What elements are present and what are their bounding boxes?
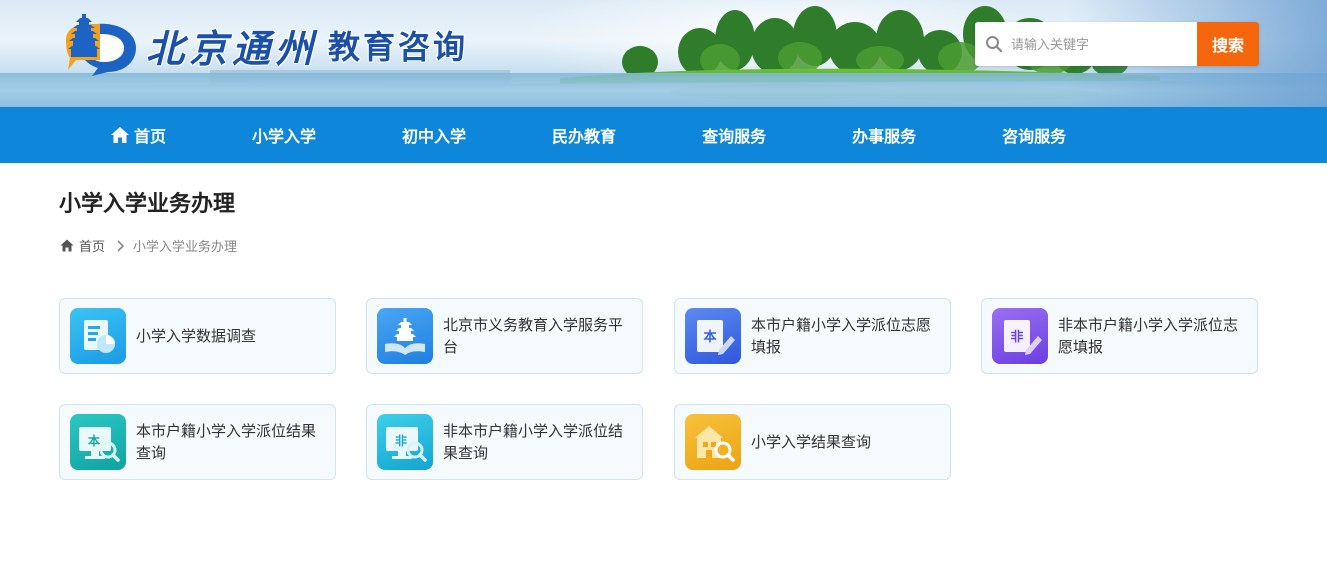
card-compulsory-education-platform[interactable]: 北京市义务教育入学服务平台 — [366, 298, 643, 374]
nav-item-label: 初中入学 — [402, 127, 467, 146]
search-icon — [986, 36, 1003, 53]
card-label: 本市户籍小学入学派位志愿填报 — [751, 316, 932, 356]
logo-main-text: 教育咨询 — [328, 28, 469, 66]
monitor-search-icon: 本 — [70, 414, 126, 470]
main-nav: 首页 小学入学 初中入学 民办教育 查询服务 办事服务 咨询服务 — [0, 107, 1327, 163]
card-local-preference-filling[interactable]: 本 本市户籍小学入学派位志愿填报 — [674, 298, 951, 374]
breadcrumb-current: 小学入学业务办理 — [133, 240, 238, 255]
card-label: 北京市义务教育入学服务平台 — [443, 316, 624, 356]
nav-item-private-education[interactable]: 民办教育 — [552, 123, 616, 147]
search-bar: 搜索 — [975, 22, 1259, 66]
card-label: 本市户籍小学入学派位结果查询 — [136, 422, 317, 462]
card-primary-data-survey[interactable]: 小学入学数据调查 — [59, 298, 336, 374]
monitor-search-icon: 非 — [377, 414, 433, 470]
search-box — [975, 22, 1197, 66]
card-nonlocal-preference-filling[interactable]: 非 非本市户籍小学入学派位志愿填报 — [981, 298, 1258, 374]
card-local-result-query[interactable]: 本 本市户籍小学入学派位结果查询 — [59, 404, 336, 480]
pagoda-book-icon — [377, 308, 433, 364]
breadcrumb-home-link[interactable]: 首页 — [79, 236, 105, 255]
edit-form-icon: 非 — [992, 308, 1048, 364]
nav-item-home[interactable]: 首页 — [110, 123, 166, 147]
card-icon-glyph: 本 — [703, 329, 716, 345]
card-label: 小学入学数据调查 — [136, 327, 257, 345]
breadcrumb-home-icon — [60, 239, 74, 252]
site-logo[interactable]: 北京通州 教育咨询 — [58, 10, 468, 80]
header-banner: 北京通州 教育咨询 搜索 — [0, 0, 1327, 107]
nav-item-label: 咨询服务 — [1002, 127, 1067, 146]
search-input[interactable] — [1011, 36, 1191, 52]
card-icon-glyph: 非 — [1010, 329, 1023, 345]
card-label: 非本市户籍小学入学派位志愿填报 — [1058, 316, 1239, 356]
edit-form-icon: 本 — [685, 308, 741, 364]
nav-item-label: 首页 — [134, 127, 167, 146]
nav-item-middle-admission[interactable]: 初中入学 — [402, 123, 466, 147]
logo-script-text: 北京通州 — [146, 25, 319, 71]
document-chart-icon — [70, 308, 126, 364]
breadcrumb: 首页 小学入学业务办理 — [60, 236, 237, 255]
card-icon-glyph: 非 — [395, 433, 407, 448]
nav-item-consult-services[interactable]: 咨询服务 — [1002, 123, 1066, 147]
card-primary-result-query[interactable]: 小学入学结果查询 — [674, 404, 951, 480]
school-search-icon — [685, 414, 741, 470]
nav-item-label: 民办教育 — [552, 127, 617, 146]
card-label: 小学入学结果查询 — [751, 433, 872, 451]
nav-item-label: 办事服务 — [852, 127, 917, 146]
nav-item-label: 小学入学 — [252, 127, 317, 146]
card-label: 非本市户籍小学入学派位结果查询 — [443, 422, 624, 462]
nav-item-affairs-services[interactable]: 办事服务 — [852, 123, 916, 147]
search-button[interactable]: 搜索 — [1197, 22, 1259, 66]
logo-pagoda-chat-icon — [66, 14, 136, 76]
nav-item-query-services[interactable]: 查询服务 — [702, 123, 766, 147]
chevron-right-icon — [117, 239, 125, 252]
nav-item-primary-admission[interactable]: 小学入学 — [252, 123, 316, 147]
card-nonlocal-result-query[interactable]: 非 非本市户籍小学入学派位结果查询 — [366, 404, 643, 480]
home-icon — [111, 127, 129, 143]
nav-item-label: 查询服务 — [702, 127, 767, 146]
page-title: 小学入学业务办理 — [59, 192, 236, 217]
card-icon-glyph: 本 — [88, 433, 100, 448]
